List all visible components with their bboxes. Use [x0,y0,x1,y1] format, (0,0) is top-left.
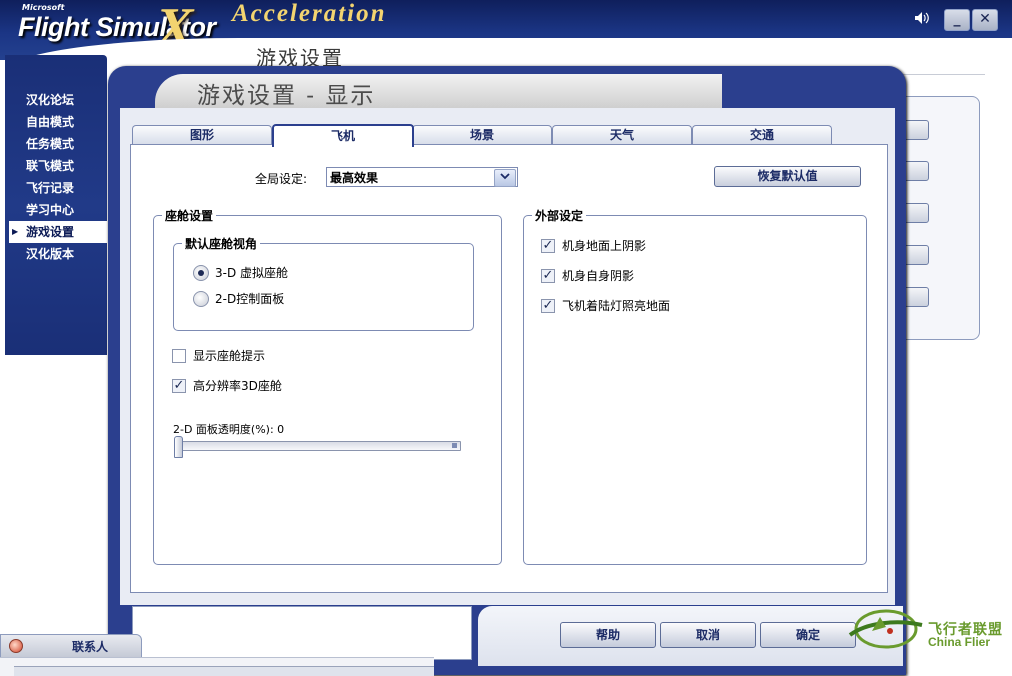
sidebar-item-multiplayer[interactable]: 联飞模式 [5,155,107,177]
show-cockpit-tips-label: 显示座舱提示 [193,349,266,363]
radio-unselected-icon[interactable] [193,290,209,307]
slider-end-marker [452,443,457,448]
status-dot-icon [9,639,23,653]
sidebar-item-logbook[interactable]: 飞行记录 [5,177,107,199]
close-button[interactable]: ✕ [972,9,998,31]
sidebar-item-learning-center[interactable]: 学习中心 [5,199,107,221]
help-button[interactable]: 帮助 [560,622,656,648]
hires-3d-cockpit-label: 高分辨率3D座舱 [193,379,282,393]
checkmark-icon[interactable]: ✓ [541,298,555,313]
sidebar-item-forum[interactable]: 汉化论坛 [5,89,107,111]
dialog-title: 游戏设置 - 显示 [197,83,376,109]
radio-selected-icon[interactable] [193,264,209,281]
china-flier-logo-icon [848,609,923,649]
global-setting-value: 最高效果 [330,171,379,185]
logo-acceleration: Acceleration [232,0,387,27]
checkbox-unchecked-icon[interactable] [172,348,186,363]
panel-transparency-label: 2-D 面板透明度(%): 0 [173,423,285,436]
radio-2d-label: 2-D控制面板 [215,292,285,306]
checkmark-icon[interactable]: ✓ [172,378,186,393]
self-shadow-label: 机身自身阴影 [562,269,635,283]
radio-3d-label: 3-D 虚拟座舱 [215,266,289,280]
sidebar-item-version[interactable]: 汉化版本 [5,243,107,265]
external-settings-title: 外部设定 [532,207,587,224]
chevron-down-icon[interactable] [494,169,516,187]
restore-defaults-button[interactable]: 恢复默认值 [714,166,861,187]
landing-lights-label: 飞机着陆灯照亮地面 [562,299,671,313]
contacts-bar[interactable]: 联系人 [0,634,142,658]
global-setting-label: 全局设定: [255,172,308,186]
checkmark-icon[interactable]: ✓ [541,238,555,253]
hires-3d-cockpit-checkbox[interactable]: ✓ 高分辨率3D座舱 [172,377,282,394]
self-shadow-checkbox[interactable]: ✓ 机身自身阴影 [541,267,634,284]
sidebar-item-settings[interactable]: 游戏设置 [9,221,107,243]
ok-button[interactable]: 确定 [760,622,856,648]
tab-graphics[interactable]: 图形 [132,125,272,145]
panel-transparency-slider[interactable] [175,441,461,451]
tab-aircraft[interactable]: 飞机 [272,124,414,147]
watermark-en: China Flier [928,635,991,649]
logo-microsoft: Microsoft [22,3,65,12]
sidebar: 汉化论坛 自由模式 任务模式 联飞模式 飞行记录 学习中心 游戏设置 汉化版本 [5,55,107,355]
landing-lights-checkbox[interactable]: ✓ 飞机着陆灯照亮地面 [541,297,670,314]
ground-shadow-label: 机身地面上阴影 [562,239,647,253]
radio-3d-virtual-cockpit[interactable]: 3-D 虚拟座舱 [193,264,288,281]
default-view-title: 默认座舱视角 [182,235,261,252]
dialog-bottom-info-area [132,606,472,660]
checkmark-icon[interactable]: ✓ [541,268,555,283]
global-setting-select[interactable]: 最高效果 [326,167,518,187]
default-view-group [173,243,474,331]
ground-shadow-checkbox[interactable]: ✓ 机身地面上阴影 [541,237,646,254]
cockpit-settings-title: 座舱设置 [162,207,217,224]
contacts-label: 联系人 [72,640,109,654]
sidebar-menu: 汉化论坛 自由模式 任务模式 联飞模式 飞行记录 学习中心 游戏设置 汉化版本 [5,89,107,265]
sidebar-item-missions[interactable]: 任务模式 [5,133,107,155]
left-lower-area [0,355,108,635]
tab-weather[interactable]: 天气 [552,125,692,145]
cancel-button[interactable]: 取消 [660,622,756,648]
tab-traffic[interactable]: 交通 [692,125,832,145]
minimize-button[interactable]: _ [944,9,970,31]
slider-thumb[interactable] [174,436,183,458]
radio-2d-panel[interactable]: 2-D控制面板 [193,290,284,307]
tab-scenery[interactable]: 场景 [412,125,552,145]
show-cockpit-tips-checkbox[interactable]: 显示座舱提示 [172,347,265,364]
sidebar-item-free-flight[interactable]: 自由模式 [5,111,107,133]
speaker-icon[interactable] [914,11,936,29]
